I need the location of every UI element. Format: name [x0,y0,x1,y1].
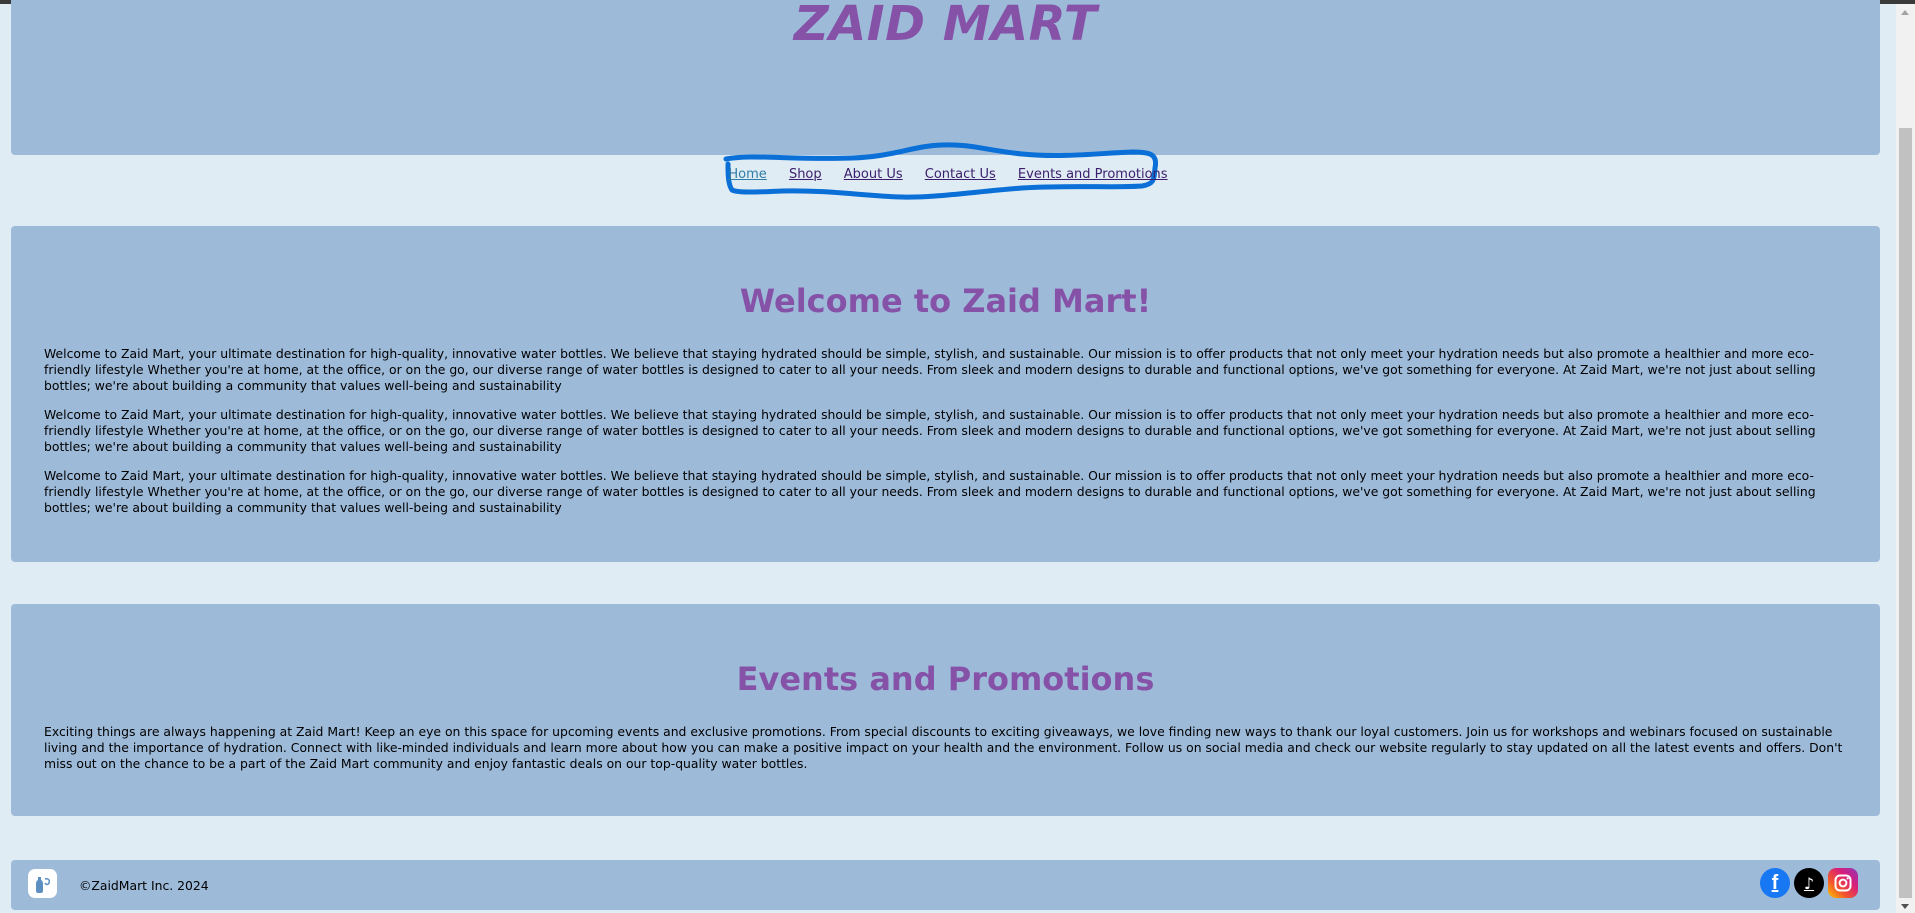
nav-link-home[interactable]: Home [728,167,766,182]
zaid-mart-logo-icon[interactable] [28,869,57,898]
page-scrollbar[interactable] [1896,4,1915,913]
scrollbar-thumb[interactable] [1899,128,1912,898]
nav-link-shop[interactable]: Shop [789,167,822,182]
welcome-paragraph-2: Welcome to Zaid Mart, your ultimate dest… [44,407,1816,454]
events-heading: Events and Promotions [736,660,1155,698]
welcome-paragraph-1: Welcome to Zaid Mart, your ultimate dest… [44,346,1816,393]
tiktok-icon[interactable]: ♪ [1794,868,1824,898]
nav-link-contact-us[interactable]: Contact Us [925,167,996,182]
nav-link-events-and-promotions[interactable]: Events and Promotions [1018,167,1168,182]
nav-link-about-us[interactable]: About Us [844,167,903,182]
site-header: ZAID MART [11,0,1880,155]
site-title: ZAID MART [793,0,1098,52]
facebook-icon[interactable]: f [1760,868,1790,898]
events-paragraph: Exciting things are always happening at … [44,724,1843,771]
instagram-icon[interactable] [1828,868,1858,898]
footer-copyright: ©ZaidMart Inc. 2024 [79,878,209,893]
scroll-down-arrow-icon[interactable] [1901,904,1909,909]
main-nav: Home Shop About Us Contact Us Events and… [0,167,1896,182]
site-footer: ©ZaidMart Inc. 2024 f ♪ [11,860,1880,910]
welcome-section: Welcome to Zaid Mart! Welcome to Zaid Ma… [11,226,1880,562]
scroll-up-arrow-icon[interactable] [1901,10,1909,15]
events-section: Events and Promotions Exciting things ar… [11,604,1880,816]
welcome-paragraph-3: Welcome to Zaid Mart, your ultimate dest… [44,468,1816,515]
welcome-heading: Welcome to Zaid Mart! [739,282,1152,320]
